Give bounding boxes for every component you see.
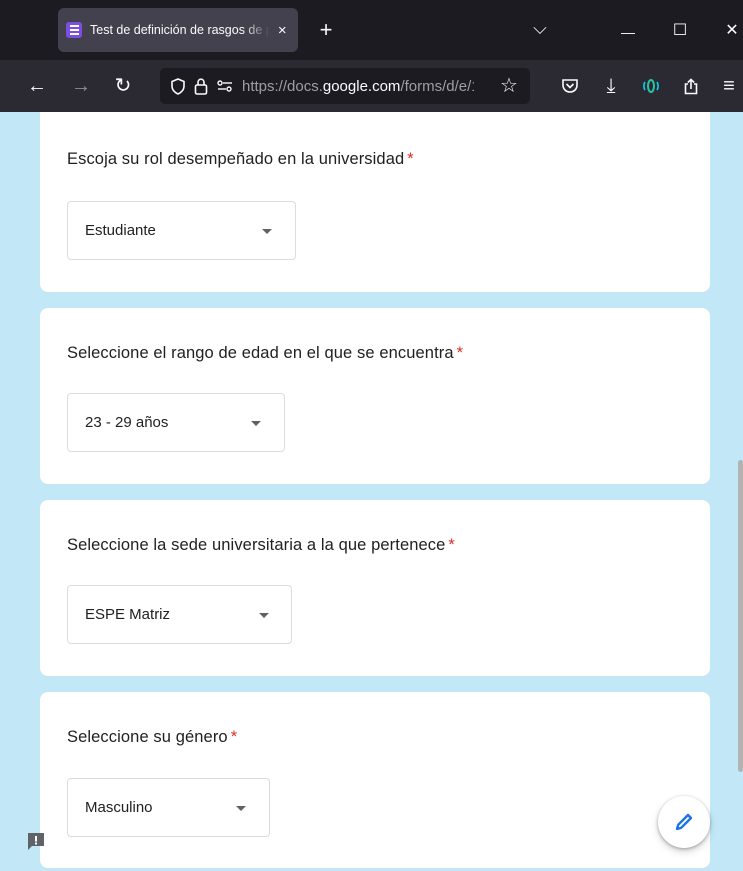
shield-icon[interactable] [170, 77, 186, 95]
required-asterisk: * [448, 536, 455, 554]
download-button[interactable]: ⤓ [600, 76, 622, 96]
dropdown-selected-value: Masculino [85, 799, 153, 816]
dropdown-selected-value: ESPE Matriz [85, 606, 171, 623]
required-asterisk: * [407, 150, 414, 168]
required-asterisk: * [230, 728, 238, 746]
role-dropdown[interactable]: Estudiante [67, 201, 296, 260]
back-button[interactable]: ← [26, 76, 48, 96]
question-title: Seleccione la sede universitaria a la qu… [67, 536, 455, 554]
dropdown-arrow-icon [262, 229, 272, 234]
reload-button[interactable]: ↻ [112, 76, 134, 96]
menu-button[interactable]: ≡ [718, 76, 740, 96]
campus-dropdown[interactable]: ESPE Matriz [67, 585, 292, 644]
edit-response-button[interactable] [658, 796, 710, 848]
dropdown-selected-value: 23 - 29 años [85, 414, 169, 431]
maximize-button[interactable]: ☐ [670, 21, 690, 41]
tab-bar: Test de definición de rasgos de personal… [0, 0, 743, 60]
question-title: Escoja su rol desempeñado en la universi… [67, 150, 414, 168]
question-card-campus: Seleccione la sede universitaria a la qu… [40, 500, 710, 676]
bookmark-star-icon[interactable]: ☆ [498, 76, 520, 96]
question-card-age-range: Seleccione el rango de edad en el que se… [40, 308, 710, 484]
new-tab-button[interactable]: + [316, 19, 336, 41]
close-window-button[interactable]: ✕ [722, 21, 742, 41]
tab-title: Test de definición de rasgos de personal… [90, 23, 271, 37]
question-card-role: Escoja su rol desempeñado en la universi… [40, 112, 710, 292]
tab-close-icon[interactable]: × [274, 22, 290, 39]
forward-button[interactable]: → [70, 76, 92, 96]
pencil-icon [675, 813, 693, 831]
question-card-gender: Seleccione su género * Masculino [40, 692, 710, 868]
dropdown-selected-value: Estudiante [85, 222, 156, 239]
dropdown-arrow-icon [259, 613, 269, 618]
gender-dropdown[interactable]: Masculino [67, 778, 270, 837]
pocket-icon[interactable] [559, 78, 581, 98]
minimize-button[interactable]: — [618, 22, 638, 42]
question-title: Seleccione su género * [67, 728, 238, 746]
age-range-dropdown[interactable]: 23 - 29 años [67, 393, 285, 452]
permissions-icon[interactable] [216, 79, 234, 93]
extension-icon[interactable] [640, 78, 662, 98]
required-asterisk: * [456, 344, 464, 362]
share-icon[interactable] [680, 78, 702, 99]
google-forms-favicon-icon [66, 22, 82, 38]
page-scrollbar[interactable] [738, 460, 743, 772]
dropdown-arrow-icon [251, 421, 261, 426]
report-feedback-icon[interactable] [26, 832, 46, 852]
url-text[interactable]: https://docs.google.com/forms/d/e/1FAIpQ… [242, 78, 474, 95]
lock-icon[interactable] [194, 77, 208, 95]
question-title: Seleccione el rango de edad en el que se… [67, 344, 464, 362]
active-tab[interactable]: Test de definición de rasgos de personal… [58, 8, 298, 52]
url-bar[interactable]: https://docs.google.com/forms/d/e/1FAIpQ… [160, 68, 530, 104]
tab-list-chevron-icon[interactable]: ⌵ [530, 18, 550, 38]
dropdown-arrow-icon [236, 806, 246, 811]
